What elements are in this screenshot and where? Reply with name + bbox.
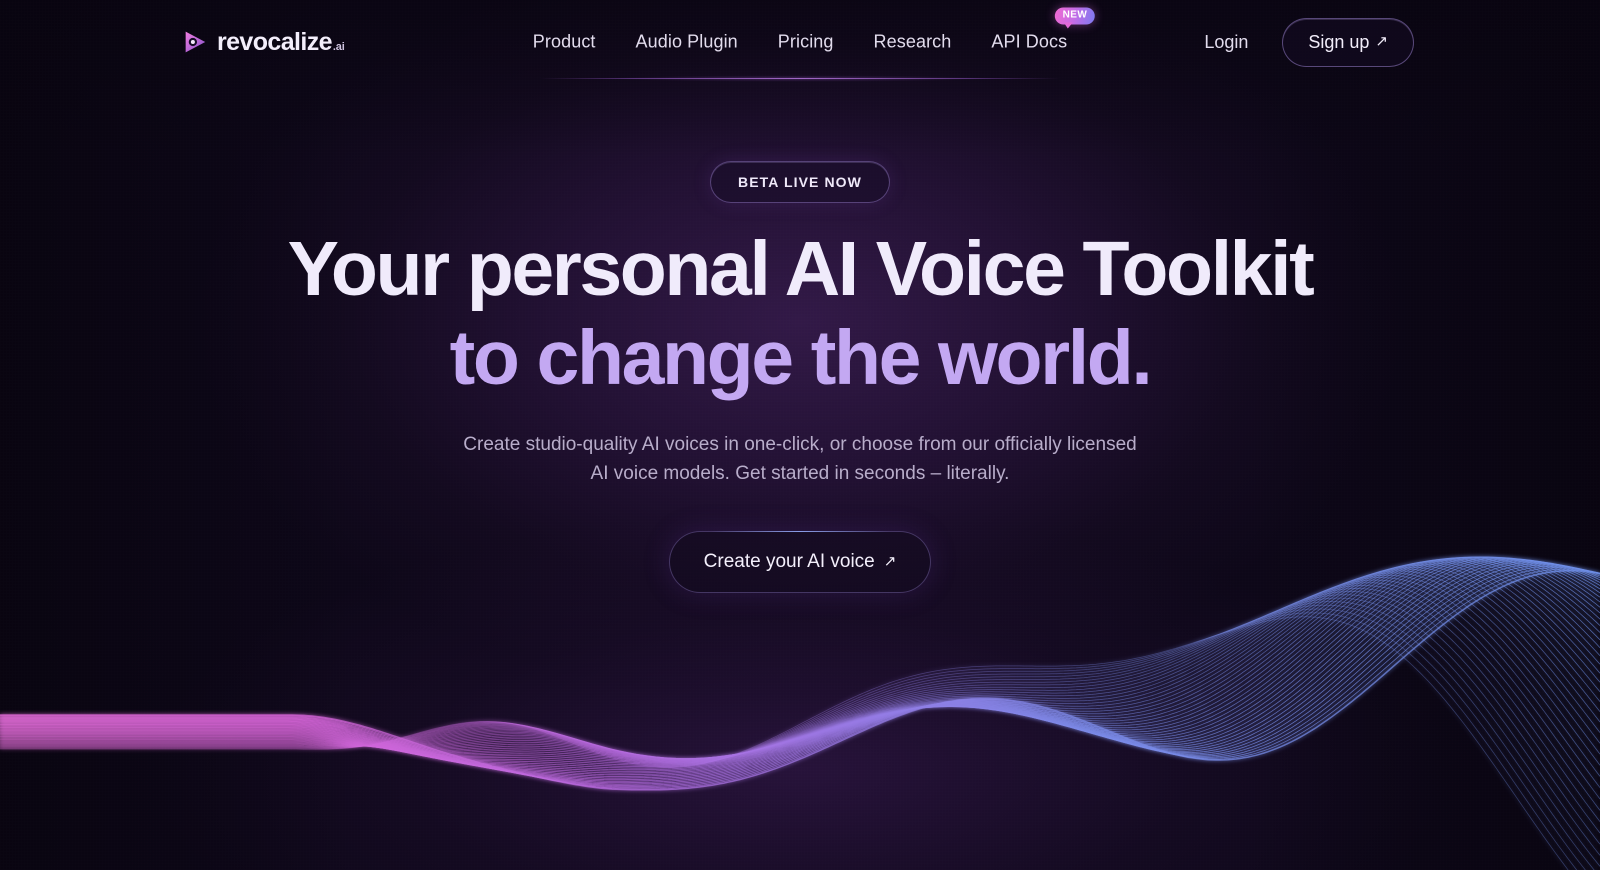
waveform-line <box>0 567 1600 789</box>
hero-subheading: Create studio-quality AI voices in one-c… <box>463 430 1136 488</box>
nav-item-product[interactable]: Product <box>533 32 596 53</box>
brand-logo-text: revocalize .ai <box>217 27 345 56</box>
waveform-line <box>0 612 1578 870</box>
nav-item-label: Audio Plugin <box>635 31 738 52</box>
arrow-up-right-icon: ↗ <box>1375 32 1388 50</box>
waveform-line <box>0 597 1600 856</box>
nav-item-research[interactable]: Research <box>874 32 952 53</box>
brand-suffix: .ai <box>332 40 345 53</box>
sign-up-button[interactable]: Sign up ↗ <box>1282 17 1414 67</box>
waveform-line <box>0 560 1600 782</box>
waveform-line <box>0 591 1600 834</box>
page-root: revocalize .ai Product Audio Plugin Pric… <box>0 0 1600 870</box>
waveform-line <box>0 574 1600 766</box>
waveform-line <box>0 564 1600 786</box>
nav-item-label: Product <box>532 31 596 52</box>
nav-item-audio-plugin[interactable]: Audio Plugin <box>636 32 738 53</box>
waveform-line <box>0 562 1600 784</box>
beta-status-badge[interactable]: BETA LIVE NOW <box>710 161 890 203</box>
brand-name: revocalize <box>217 27 333 56</box>
arrow-up-right-icon: ↗ <box>883 552 897 570</box>
subheading-line-2: AI voice models. Get started in seconds … <box>590 463 1010 485</box>
nav-item-label: Pricing <box>777 31 834 52</box>
waveform-line <box>0 568 1600 759</box>
waveform-line <box>0 563 1600 785</box>
headline-line-2: to change the world. <box>449 314 1153 401</box>
nav-item-pricing[interactable]: Pricing <box>778 32 834 53</box>
waveform-line <box>0 594 1600 845</box>
page-title: Your personal AI Voice Toolkit to change… <box>287 225 1315 402</box>
waveform-line <box>0 616 1569 870</box>
waveform-line <box>0 585 1600 811</box>
login-link[interactable]: Login <box>1204 32 1248 53</box>
waveform-line <box>0 604 1595 870</box>
top-navigation-bar: revocalize .ai Product Audio Plugin Pric… <box>0 0 1600 84</box>
nav-actions: Login Sign up ↗ <box>1204 17 1414 67</box>
waveform-line <box>0 560 1600 781</box>
subheading-line-1: Create studio-quality AI voices in one-c… <box>463 434 1137 456</box>
headline-line-1: Your personal AI Voice Toolkit <box>287 226 1315 312</box>
nav-item-api-docs[interactable]: API Docs NEW <box>991 7 1096 53</box>
hero-section: BETA LIVE NOW Your personal AI Voice Too… <box>0 0 1600 594</box>
brand-logo[interactable]: revocalize .ai <box>182 29 345 55</box>
waveform-line <box>0 569 1600 791</box>
nav-item-label: API Docs <box>991 31 1068 52</box>
waveform-line <box>0 570 1600 760</box>
waveform-line <box>0 608 1586 870</box>
primary-nav-links: Product Audio Plugin Pricing Research AP… <box>533 7 1096 53</box>
waveform-line <box>0 577 1600 777</box>
waveform-line <box>0 566 1600 759</box>
waveform-line <box>0 582 1600 800</box>
play-triangle-icon <box>182 29 208 55</box>
waveform-line <box>0 568 1600 790</box>
sign-up-label: Sign up <box>1308 31 1370 52</box>
waveform-line <box>0 565 1600 759</box>
waveform-line <box>0 601 1600 867</box>
waveform-line <box>0 572 1600 760</box>
nav-item-label: Research <box>873 31 952 52</box>
waveform-line <box>0 579 1600 788</box>
create-ai-voice-button[interactable]: Create your AI voice ↗ <box>668 531 932 594</box>
waveform-line <box>0 565 1600 788</box>
cta-label: Create your AI voice <box>703 551 875 573</box>
new-badge: NEW <box>1054 7 1096 28</box>
waveform-line <box>0 588 1600 822</box>
